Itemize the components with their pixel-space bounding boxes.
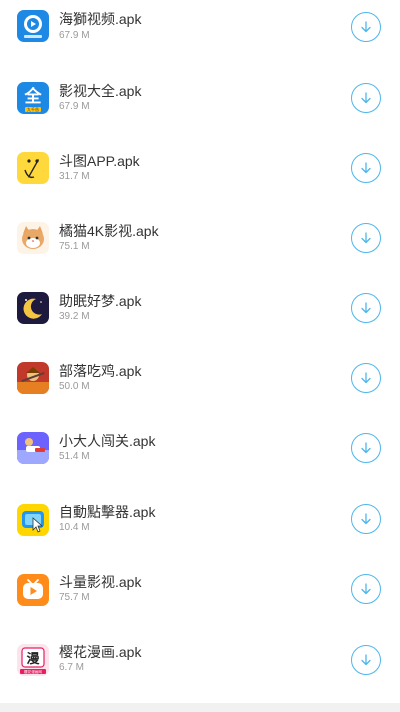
quan-badge: 九千岳 xyxy=(27,106,39,112)
moon-sleep-icon xyxy=(17,292,49,324)
bottom-bar xyxy=(0,703,400,712)
download-button[interactable] xyxy=(351,574,381,604)
download-button[interactable] xyxy=(351,223,381,253)
app-size: 67.9 M xyxy=(59,30,90,41)
list-item[interactable]: 橘猫4K影视.apk 75.1 M xyxy=(0,210,400,280)
download-arrow-icon xyxy=(361,442,371,454)
list-item[interactable]: 小大人闯关.apk 51.4 M xyxy=(0,420,400,490)
doutu-app-icon xyxy=(17,152,49,184)
download-button[interactable] xyxy=(351,645,381,675)
quan-glyph: 全 xyxy=(24,86,43,107)
manhua-glyph: 漫 xyxy=(26,651,39,667)
download-arrow-icon xyxy=(361,372,371,384)
app-name: 斗图APP.apk xyxy=(59,153,140,169)
app-size: 10.4 M xyxy=(59,522,90,533)
auto-clicker-icon xyxy=(17,504,49,536)
list-item[interactable]: 助眠好梦.apk 39.2 M xyxy=(0,280,400,350)
download-arrow-icon xyxy=(361,513,371,525)
app-name: 小大人闯关.apk xyxy=(59,433,156,449)
download-button[interactable] xyxy=(351,83,381,113)
list-item[interactable]: 斗量影视.apk 75.7 M xyxy=(0,560,400,630)
tribe-game-icon xyxy=(17,362,49,394)
list-item[interactable]: 全 九千岳 影视大全.apk 67.9 M xyxy=(0,70,400,140)
orange-cat-icon xyxy=(17,222,49,254)
download-button[interactable] xyxy=(351,433,381,463)
app-name: 部落吃鸡.apk xyxy=(59,363,142,379)
manga-icon: 漫 樱花漫画网 xyxy=(17,644,49,676)
list-item[interactable]: 部落吃鸡.apk 50.0 M xyxy=(0,350,400,420)
app-size: 75.1 M xyxy=(59,241,90,252)
download-arrow-icon xyxy=(361,654,371,666)
app-name: 斗量影视.apk xyxy=(59,574,142,590)
app-size: 31.7 M xyxy=(59,171,90,182)
tv-play-icon xyxy=(17,574,49,606)
download-button[interactable] xyxy=(351,293,381,323)
app-name: 影视大全.apk xyxy=(59,83,142,99)
haishi-video-icon xyxy=(17,10,49,42)
app-name: 海獅视频.apk xyxy=(59,11,142,27)
list-item[interactable]: 自動點擊器.apk 10.4 M xyxy=(0,490,400,560)
download-arrow-icon xyxy=(361,583,371,595)
app-name: 助眠好梦.apk xyxy=(59,293,142,309)
app-size: 75.7 M xyxy=(59,592,90,603)
app-size: 50.0 M xyxy=(59,381,90,392)
download-arrow-icon xyxy=(361,162,371,174)
download-button[interactable] xyxy=(351,363,381,393)
app-size: 67.9 M xyxy=(59,101,90,112)
manhua-badge: 樱花漫画网 xyxy=(24,669,42,674)
download-arrow-icon xyxy=(361,92,371,104)
list-item[interactable]: 漫 樱花漫画网 樱花漫画.apk 6.7 M xyxy=(0,630,400,700)
yingshi-daquan-icon: 全 九千岳 xyxy=(17,82,49,114)
list-item[interactable]: 斗图APP.apk 31.7 M xyxy=(0,140,400,210)
app-size: 6.7 M xyxy=(59,662,85,673)
app-size: 51.4 M xyxy=(59,451,90,462)
download-arrow-icon xyxy=(361,21,371,33)
list-item[interactable]: 海獅视频.apk 67.9 M xyxy=(0,0,400,70)
download-button[interactable] xyxy=(351,12,381,42)
download-button[interactable] xyxy=(351,153,381,183)
app-name: 橘猫4K影视.apk xyxy=(59,223,159,239)
runner-game-icon xyxy=(17,432,49,464)
download-arrow-icon xyxy=(361,232,371,244)
download-arrow-icon xyxy=(361,302,371,314)
app-name: 自動點擊器.apk xyxy=(59,504,156,520)
app-size: 39.2 M xyxy=(59,311,90,322)
download-button[interactable] xyxy=(351,504,381,534)
app-name: 樱花漫画.apk xyxy=(59,644,142,660)
